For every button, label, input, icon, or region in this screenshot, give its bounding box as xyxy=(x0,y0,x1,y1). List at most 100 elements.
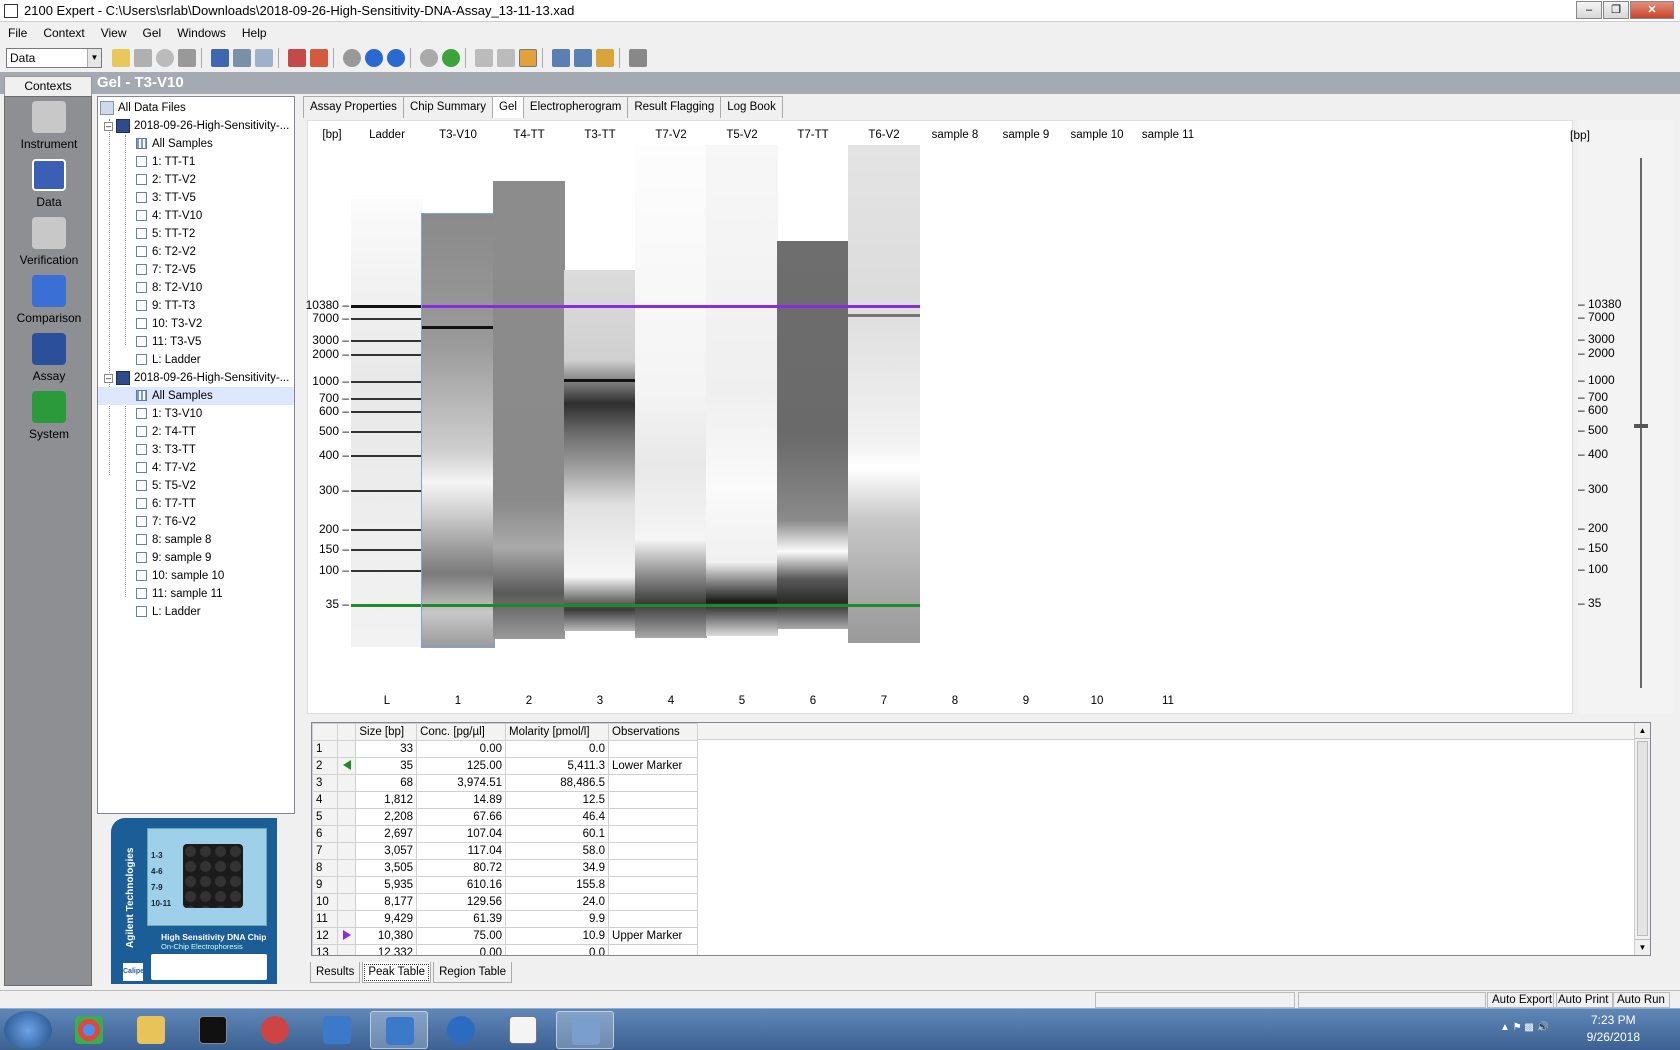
vertical-scrollbar[interactable]: ▲ ▼ xyxy=(1634,723,1650,955)
context-system[interactable]: System xyxy=(5,391,93,441)
gel-lane[interactable] xyxy=(848,145,920,643)
collapse-icon[interactable]: – xyxy=(104,374,113,383)
col-observations[interactable]: Observations xyxy=(608,723,698,741)
align-icon[interactable] xyxy=(519,49,537,67)
panel-view-icon[interactable] xyxy=(233,49,251,67)
taskbar-r[interactable] xyxy=(432,1011,490,1049)
tab-gel[interactable]: Gel xyxy=(492,96,524,118)
auto-export-status[interactable]: Auto Export xyxy=(1487,992,1558,1008)
export-icon[interactable] xyxy=(552,49,570,67)
slider-thumb[interactable] xyxy=(1634,424,1648,428)
tab-peak-table[interactable]: Peak Table xyxy=(362,962,432,983)
table-row[interactable]: 10 8,177 129.56 24.0 xyxy=(312,893,698,911)
lane-header[interactable]: T6-V2 xyxy=(848,129,920,141)
table-row[interactable]: 13 12,332 0.00 0.0 xyxy=(312,944,698,955)
electropherogram-icon[interactable] xyxy=(310,49,328,67)
context-data[interactable]: Data xyxy=(5,159,93,209)
pause-icon[interactable] xyxy=(365,49,383,67)
context-assay[interactable]: Assay xyxy=(5,333,93,383)
menu-file[interactable]: File xyxy=(0,26,35,40)
close-button[interactable]: ✕ xyxy=(1630,1,1674,19)
context-instrument[interactable]: Instrument xyxy=(5,101,93,151)
menu-view[interactable]: View xyxy=(93,26,135,40)
tab-region-table[interactable]: Region Table xyxy=(433,962,512,983)
print-icon[interactable] xyxy=(178,49,196,67)
tab-assay-properties[interactable]: Assay Properties xyxy=(303,96,404,118)
col-molarity[interactable]: Molarity [pmol/l] xyxy=(504,723,610,741)
context-select[interactable]: Data ▼ xyxy=(6,48,102,68)
table-row[interactable]: 8 3,505 80.72 34.9 xyxy=(312,859,698,877)
lane-header[interactable]: T4-TT xyxy=(493,129,565,141)
menu-help[interactable]: Help xyxy=(234,26,275,40)
table-row[interactable]: 4 1,812 14.89 12.5 xyxy=(312,791,698,809)
gel-lane[interactable] xyxy=(706,145,778,636)
table-row[interactable]: 2 35 125.00 5,411.3 Lower Marker xyxy=(312,757,698,775)
scroll-up-icon[interactable]: ▲ xyxy=(1635,723,1650,739)
help-icon[interactable] xyxy=(629,49,647,67)
gel-lane[interactable] xyxy=(351,199,423,647)
minimize-button[interactable]: – xyxy=(1576,1,1602,19)
taskbar-app-3[interactable] xyxy=(556,1011,614,1049)
taskbar-explorer[interactable] xyxy=(122,1011,180,1049)
maximize-button[interactable]: ❐ xyxy=(1603,1,1629,19)
table-row[interactable]: 6 2,697 107.04 60.1 xyxy=(312,825,698,843)
collapse-icon[interactable]: – xyxy=(104,122,113,131)
lane-header[interactable]: T5-V2 xyxy=(706,129,778,141)
menu-context[interactable]: Context xyxy=(35,26,92,40)
table-row[interactable]: 9 5,935 610.16 155.8 xyxy=(312,876,698,894)
auto-print-status[interactable]: Auto Print xyxy=(1553,992,1614,1008)
table-row[interactable]: 12 10,380 75.00 10.9 Upper Marker xyxy=(312,927,698,945)
start-button[interactable] xyxy=(4,1011,52,1049)
table-row[interactable]: 1 33 0.00 0.0 xyxy=(312,740,698,758)
gel-contrast-slider[interactable] xyxy=(1640,158,1642,688)
col-conc[interactable]: Conc. [pg/µl] xyxy=(416,723,506,741)
menu-gel[interactable]: Gel xyxy=(135,26,170,40)
scroll-down-icon[interactable]: ▼ xyxy=(1635,939,1650,955)
gel-lane[interactable] xyxy=(777,241,849,629)
import-icon[interactable] xyxy=(574,49,592,67)
context-verification[interactable]: Verification xyxy=(5,217,93,267)
taskbar-2100-expert[interactable] xyxy=(370,1011,428,1049)
table-row[interactable]: 5 2,208 67.66 46.4 xyxy=(312,808,698,826)
menu-windows[interactable]: Windows xyxy=(169,26,234,40)
tree-view-icon[interactable] xyxy=(211,49,229,67)
lane-header[interactable]: sample 8 xyxy=(919,129,991,141)
taskbar-cmd[interactable] xyxy=(184,1011,242,1049)
lane-header[interactable]: sample 9 xyxy=(990,129,1062,141)
gel-icon[interactable] xyxy=(288,49,306,67)
col-size[interactable]: Size [bp] xyxy=(355,723,418,741)
lane-header[interactable]: T7-V2 xyxy=(635,129,707,141)
refresh-icon[interactable] xyxy=(156,49,174,67)
back-icon[interactable] xyxy=(420,49,438,67)
zoom-fit-icon[interactable] xyxy=(497,49,515,67)
taskbar-chrome[interactable] xyxy=(60,1011,118,1049)
taskbar-app-2[interactable] xyxy=(308,1011,366,1049)
forward-icon[interactable] xyxy=(442,49,460,67)
tab-chip-summary[interactable]: Chip Summary xyxy=(402,96,493,118)
table-row[interactable]: 7 3,057 117.04 58.0 xyxy=(312,842,698,860)
lane-header[interactable]: T3-TT xyxy=(564,129,636,141)
tab-result-flagging[interactable]: Result Flagging xyxy=(627,96,722,118)
lane-header[interactable]: Ladder xyxy=(351,129,423,141)
context-comparison[interactable]: Comparison xyxy=(5,275,93,325)
tray-icons[interactable]: ▲ ⚑ ▩ 🔊 xyxy=(1500,1022,1549,1033)
gel-lane[interactable] xyxy=(635,145,707,638)
clock[interactable]: 7:23 PM 9/26/2018 xyxy=(1587,1012,1640,1046)
lane-header[interactable]: sample 11 xyxy=(1132,129,1204,141)
stop-icon[interactable] xyxy=(387,49,405,67)
tab-log-book[interactable]: Log Book xyxy=(720,96,783,118)
open-icon[interactable] xyxy=(112,49,130,67)
chip-icon[interactable] xyxy=(596,49,614,67)
gel-lane[interactable] xyxy=(421,213,495,648)
lane-header[interactable]: T3-V10 xyxy=(422,129,494,141)
table-view-icon[interactable] xyxy=(255,49,273,67)
lane-header[interactable]: T7-TT xyxy=(777,129,849,141)
auto-run-status[interactable]: Auto Run xyxy=(1612,992,1670,1008)
lane-header[interactable]: sample 10 xyxy=(1061,129,1133,141)
tab-electropherogram[interactable]: Electropherogram xyxy=(522,96,629,118)
play-icon[interactable] xyxy=(343,49,361,67)
taskbar-notepad[interactable] xyxy=(494,1011,552,1049)
tree-all-samples-2[interactable]: All Samples xyxy=(98,387,294,405)
gel-lane[interactable] xyxy=(564,270,636,631)
save-icon[interactable] xyxy=(134,49,152,67)
